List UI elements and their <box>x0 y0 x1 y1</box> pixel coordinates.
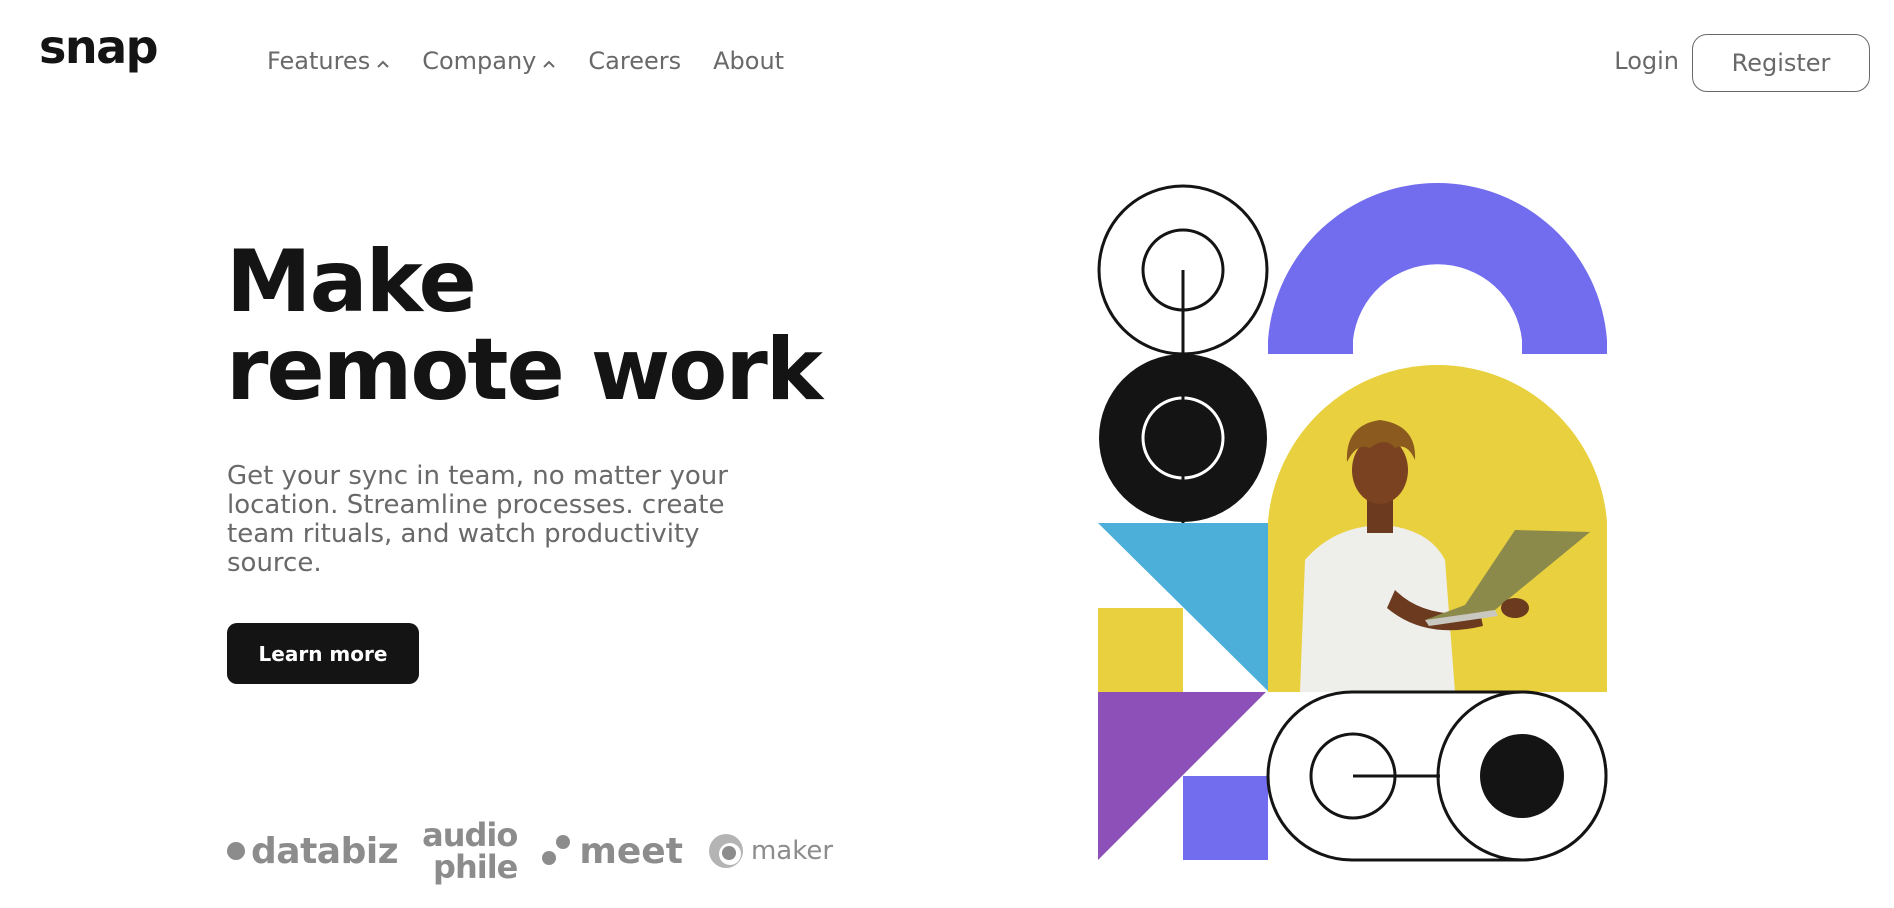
hero-description: Get your sync in team, no matter your lo… <box>227 461 728 578</box>
nav-item-label: About <box>713 47 785 75</box>
maker-text: maker <box>750 836 834 866</box>
nav-item-label: Company <box>422 47 537 75</box>
logo[interactable]: snap <box>39 24 159 70</box>
pill-black-dot-shape <box>1480 734 1564 818</box>
databiz-logo: databiz <box>227 830 399 872</box>
nav-item-features[interactable]: Features <box>267 46 390 76</box>
audiophile-text-line2: phile <box>433 848 518 886</box>
hero-title: Make remote work <box>226 238 906 414</box>
login-link[interactable]: Login <box>1614 46 1679 76</box>
chevron-up-icon <box>543 60 556 68</box>
landing-page: snap Features Company Careers About Logi… <box>0 0 1894 908</box>
audiophile-logo: audio phile <box>422 816 518 886</box>
yellow-square-shape <box>1098 608 1183 692</box>
purple-arch-shape <box>1268 183 1607 354</box>
meet-logo: meet <box>541 831 683 872</box>
hero-illustration <box>1097 183 1608 862</box>
nav-item-about[interactable]: About <box>713 46 784 76</box>
learn-more-button[interactable]: Learn more <box>227 623 419 684</box>
maker-logo: maker <box>707 832 833 870</box>
hero-photo <box>1268 365 1607 692</box>
blue-square-shape <box>1183 776 1268 860</box>
databiz-text: databiz <box>251 830 399 872</box>
register-button[interactable]: Register <box>1692 34 1870 92</box>
nav-item-label: Careers <box>588 47 682 75</box>
nav-item-label: Features <box>267 47 371 75</box>
audiophile-text-line1: audio <box>422 816 518 854</box>
meet-text: meet <box>579 830 683 872</box>
nav-item-company[interactable]: Company <box>422 46 556 76</box>
client-logos: databiz audio phile meet maker <box>227 816 833 886</box>
main-nav: Features Company Careers About <box>267 46 784 76</box>
nav-item-careers[interactable]: Careers <box>588 46 681 76</box>
meet-dots-icon <box>542 835 571 865</box>
databiz-dot-icon <box>227 842 245 860</box>
hero-title-line1: Make <box>226 232 477 332</box>
maker-swirl-icon <box>708 834 743 868</box>
hero-title-line2: remote work <box>226 320 823 420</box>
chevron-up-icon <box>377 60 389 68</box>
